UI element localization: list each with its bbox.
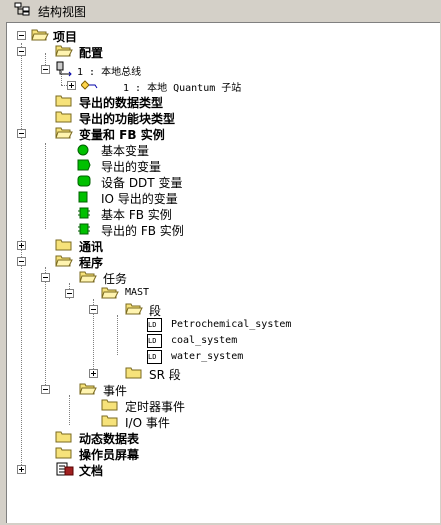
tree-item-quantum-station[interactable]: 1 : 本地 Quantum 子站 [7, 77, 267, 94]
folder-icon [55, 429, 73, 446]
documentation-icon [55, 461, 75, 480]
tree-item-io-events[interactable]: I/O 事件 [7, 413, 227, 430]
collapse-icon[interactable] [17, 257, 26, 266]
tree-item-operator-screens[interactable]: 操作员屏幕 [7, 445, 227, 462]
tree-item-sr[interactable]: SR 段 [7, 365, 207, 382]
folder-open-icon [79, 381, 97, 398]
ddt-var-icon [77, 175, 91, 190]
tree-item-comm[interactable]: 通讯 [7, 237, 207, 254]
tree-label: 配置 [79, 46, 104, 60]
folder-icon [101, 413, 119, 430]
structure-tree[interactable]: 项目 配置 1 : 本地总线 1 : 本地 Quantum 子站 导出的数据类型 [6, 22, 440, 523]
ld-icon: LD [147, 334, 162, 348]
tree-item-var[interactable]: 导出的 FB 实例 [7, 221, 227, 238]
collapse-icon[interactable] [17, 129, 26, 138]
tree-item-timer-events[interactable]: 定时器事件 [7, 397, 227, 414]
ld-icon: LD [147, 318, 162, 332]
tree-label: Petrochemical_system [171, 319, 292, 330]
tree-item-mast[interactable]: MAST [7, 285, 207, 301]
tree-item-var[interactable]: 基本变量 [7, 141, 227, 158]
tree-item-documentation[interactable]: 文档 [7, 461, 207, 480]
tree-item-exported-data-types[interactable]: 导出的数据类型 [7, 93, 227, 110]
title-bar: 结构视图 [0, 0, 441, 22]
tree-item-project[interactable]: 项目 [7, 27, 207, 44]
structure-view-icon [14, 2, 32, 19]
expand-icon[interactable] [67, 81, 76, 90]
tree-item-animation-tables[interactable]: 动态数据表 [7, 429, 227, 446]
folder-open-icon [55, 253, 73, 270]
folder-open-icon [79, 269, 97, 286]
tree-label: water_system [171, 351, 244, 362]
tree-item-var[interactable]: 设备 DDT 变量 [7, 173, 227, 190]
expand-icon[interactable] [17, 465, 26, 474]
folder-icon [55, 445, 73, 462]
tree-item-program[interactable]: 程序 [7, 253, 207, 270]
tree-item-section[interactable]: LD water_system [7, 349, 307, 365]
folder-icon [55, 93, 73, 110]
tree-item-sections[interactable]: 段 [7, 301, 207, 318]
tree-item-var[interactable]: 基本 FB 实例 [7, 205, 227, 222]
fb-instance-icon [77, 207, 91, 222]
tree-item-events[interactable]: 事件 [7, 381, 207, 398]
tree-label: coal_system [171, 335, 238, 346]
collapse-icon[interactable] [65, 289, 74, 298]
tree-label: 1 : 本地总线 [77, 67, 142, 78]
collapse-icon[interactable] [41, 385, 50, 394]
exported-fb-icon [77, 223, 91, 238]
tree-label: 1 : 本地 Quantum 子站 [123, 83, 242, 94]
expand-icon[interactable] [17, 241, 26, 250]
tree-item-config[interactable]: 配置 [7, 43, 207, 60]
tree-item-var[interactable]: IO 导出的变量 [7, 189, 227, 206]
folder-open-icon [55, 125, 73, 142]
ld-icon: LD [147, 350, 162, 364]
tree-item-local-bus[interactable]: 1 : 本地总线 [7, 61, 247, 78]
folder-open-icon [125, 301, 143, 318]
exported-var-icon [77, 159, 91, 174]
expand-icon[interactable] [89, 369, 98, 378]
collapse-icon[interactable] [17, 47, 26, 56]
tree-item-var[interactable]: 导出的变量 [7, 157, 227, 174]
tree-item-section[interactable]: LD Petrochemical_system [7, 317, 307, 333]
folder-icon [101, 397, 119, 414]
folder-icon [55, 237, 73, 254]
tree-label: MAST [125, 287, 150, 298]
collapse-icon[interactable] [41, 273, 50, 282]
tree-item-vars-fb[interactable]: 变量和 FB 实例 [7, 125, 227, 142]
collapse-icon[interactable] [89, 305, 98, 314]
window-title: 结构视图 [38, 5, 87, 19]
collapse-icon[interactable] [17, 31, 26, 40]
tree-item-section[interactable]: LD coal_system [7, 333, 307, 349]
folder-icon [125, 365, 143, 382]
folder-open-icon [101, 285, 119, 302]
io-var-icon [77, 191, 91, 206]
tree-item-exported-fb-types[interactable]: 导出的功能块类型 [7, 109, 227, 126]
tree-label: 文档 [79, 464, 104, 478]
folder-icon [55, 109, 73, 126]
collapse-icon[interactable] [41, 65, 50, 74]
tree-item-tasks[interactable]: 任务 [7, 269, 207, 286]
folder-open-icon [31, 27, 49, 44]
folder-open-icon [55, 43, 73, 60]
